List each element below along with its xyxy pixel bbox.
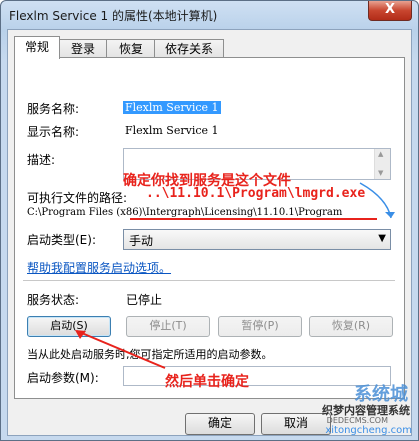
ok-button[interactable]: 确定 — [185, 413, 255, 435]
watermark: 系统城 织梦内容管理系统 DEDECMS.COM xitongcheng.com — [268, 380, 418, 440]
display-name-value[interactable]: Flexlm Service 1 — [125, 124, 219, 137]
annotation-note-ok: 然后单击确定 — [165, 374, 249, 390]
chevron-down-icon[interactable]: ▼ — [378, 233, 386, 244]
annotation-note-path: ..\11.10.1\Program\lmgrd.exe — [146, 186, 366, 201]
description-label: 描述: — [27, 153, 56, 167]
window-title: Flexlm Service 1 的属性(本地计算机) — [9, 9, 218, 23]
scroll-down-icon[interactable]: ▼ — [378, 169, 383, 177]
separator — [23, 280, 395, 281]
exe-path-label: 可执行文件的路径: — [27, 191, 128, 205]
title-bar[interactable]: Flexlm Service 1 的属性(本地计算机) X — [1, 1, 418, 29]
service-name-value[interactable]: Flexlm Service 1 — [123, 101, 221, 114]
service-status-value: 已停止 — [126, 293, 163, 307]
resume-button[interactable]: 恢复(R) — [309, 316, 393, 337]
tab-dependencies[interactable]: 依存关系 — [154, 39, 224, 58]
arrow-head-icon — [385, 212, 395, 218]
exe-path-value[interactable]: C:\Program Files (x86)\Intergraph\Licens… — [27, 207, 342, 218]
service-name-label: 服务名称: — [27, 102, 80, 116]
stop-button[interactable]: 停止(T) — [126, 316, 210, 337]
start-button[interactable]: 启动(S) — [27, 316, 111, 337]
tab-logon[interactable]: 登录 — [58, 39, 108, 58]
description-scrollbar[interactable]: ▲ ▼ — [374, 149, 390, 179]
startup-type-value: 手动 — [129, 234, 154, 248]
service-status-label: 服务状态: — [27, 293, 80, 307]
display-name-label: 显示名称: — [27, 125, 80, 139]
general-tab-panel: 服务名称: Flexlm Service 1 显示名称: Flexlm Serv… — [14, 57, 405, 399]
pause-button[interactable]: 暂停(P) — [218, 316, 302, 337]
start-params-hint: 当从此处启动服务时,您可指定所适用的启动参数。 — [27, 348, 273, 361]
scroll-up-icon[interactable]: ▲ — [378, 150, 383, 158]
dialog-client-area: 常规 登录 恢复 依存关系 服务名称: Flexlm Service 1 显示名… — [7, 29, 412, 436]
help-configure-link[interactable]: 帮助我配置服务启动选项。 — [27, 259, 171, 276]
watermark-line-4: xitongcheng.com — [325, 425, 412, 436]
start-params-label: 启动参数(M): — [27, 371, 99, 385]
startup-type-label: 启动类型(E): — [27, 233, 96, 247]
properties-window: Flexlm Service 1 的属性(本地计算机) X 常规 登录 恢复 依… — [0, 0, 419, 441]
close-button[interactable]: X — [368, 1, 412, 21]
startup-type-select[interactable]: 手动 ▼ — [123, 229, 391, 250]
tab-recovery[interactable]: 恢复 — [106, 39, 156, 58]
watermark-line-3: DEDECMS.COM — [326, 416, 388, 425]
tab-general[interactable]: 常规 — [14, 36, 60, 59]
